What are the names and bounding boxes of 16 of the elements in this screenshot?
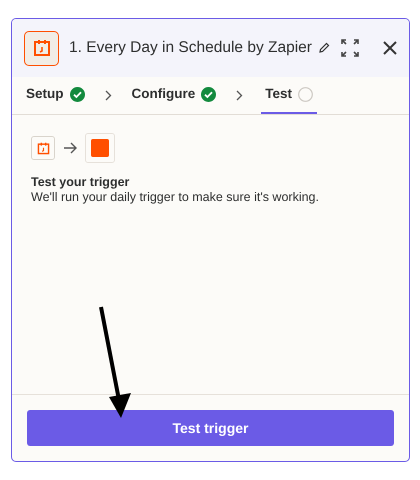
zapier-app-icon [85,133,115,163]
schedule-app-icon [24,30,59,66]
step-tab[interactable]: Configure [130,77,218,114]
edit-icon[interactable] [318,42,330,54]
step-tab[interactable]: Setup [24,77,87,114]
close-icon[interactable] [383,41,397,55]
step-tab[interactable]: Test [261,77,318,114]
test-heading: Test your trigger [31,175,130,190]
test-description: We'll run your daily trigger to make sure it's working. [31,190,320,205]
chevron-icon [104,90,112,101]
expand-icon[interactable] [341,39,359,57]
step-title: 1. Every Day in Schedule by Zapier [69,38,312,58]
arrow-icon [63,142,77,154]
chevron-icon [236,90,244,101]
test-trigger-button[interactable]: Test trigger [27,410,394,446]
schedule-app-icon [31,136,55,160]
